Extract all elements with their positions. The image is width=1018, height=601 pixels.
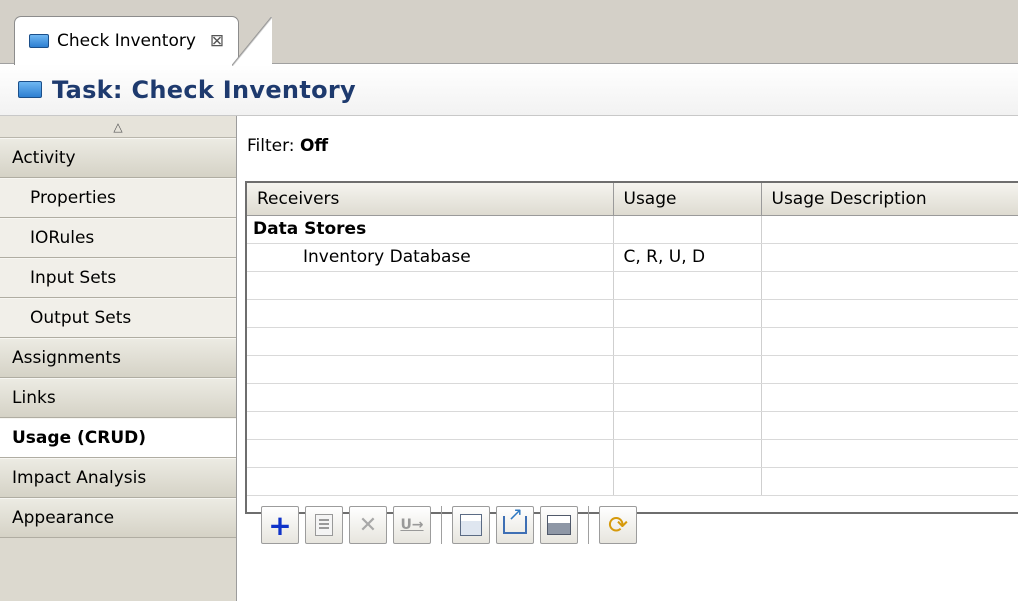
table-row-empty <box>247 383 1018 412</box>
triangle-up-icon: △ <box>113 119 123 134</box>
print-button[interactable] <box>540 506 578 544</box>
sidebar-item-label: Output Sets <box>30 308 132 328</box>
table-row-empty <box>247 271 1018 300</box>
sidebar-item-links[interactable]: Links <box>0 378 236 418</box>
edit-button[interactable] <box>305 506 343 544</box>
table-row-empty <box>247 355 1018 384</box>
usage-table: Receivers Usage Usage Description Data S… <box>245 181 1018 514</box>
sidebar-item-appearance[interactable]: Appearance <box>0 498 236 538</box>
editor-tab-check-inventory[interactable]: Check Inventory ⊠ <box>14 16 273 66</box>
table-cell-description <box>761 215 1018 244</box>
sidebar-item-label: Links <box>12 388 56 408</box>
delete-button[interactable]: ✕ <box>349 506 387 544</box>
table-cell-receivers: Inventory Database <box>247 243 614 272</box>
sidebar-item-label: Appearance <box>12 508 115 528</box>
sidebar-item-iorules[interactable]: IORules <box>0 218 236 258</box>
table-row-empty <box>247 299 1018 328</box>
sidebar-item-output-sets[interactable]: Output Sets <box>0 298 236 338</box>
sidebar-item-label: IORules <box>30 228 95 248</box>
table-button[interactable] <box>452 506 490 544</box>
refresh-button[interactable]: ⟳ <box>599 506 637 544</box>
table-row[interactable]: Inventory Database C, R, U, D <box>247 243 1018 272</box>
sidebar-item-usage-crud[interactable]: Usage (CRUD) <box>0 418 236 458</box>
sidebar-item-label: Properties <box>30 188 116 208</box>
add-button[interactable]: + <box>261 506 299 544</box>
toolbar-separator <box>588 506 589 544</box>
refresh-icon: ⟳ <box>607 511 629 539</box>
column-header-usage-description[interactable]: Usage Description <box>761 183 1018 216</box>
update-button[interactable]: U→ <box>393 506 431 544</box>
close-icon[interactable]: ⊠ <box>210 31 224 51</box>
sidebar-item-assignments[interactable]: Assignments <box>0 338 236 378</box>
sidebar: △ Activity Properties IORules Input Sets… <box>0 116 237 601</box>
table-row[interactable]: Data Stores <box>247 215 1018 244</box>
sidebar-item-label: Impact Analysis <box>12 468 147 488</box>
page-title: Task: Check Inventory <box>52 75 356 104</box>
edit-icon <box>315 514 333 536</box>
table-header-row: Receivers Usage Usage Description <box>247 183 1018 216</box>
table-cell-description <box>761 243 1018 272</box>
table-row-empty <box>247 327 1018 356</box>
export-button[interactable] <box>496 504 534 544</box>
sidebar-scroll-up-button[interactable]: △ <box>0 116 236 138</box>
main-content: Filter: Off Receivers Usage Usage Descri… <box>237 116 1018 601</box>
editor-tab-title: Check Inventory <box>57 31 196 51</box>
task-icon <box>29 34 49 48</box>
filter-label: Filter: <box>247 136 295 156</box>
column-header-usage[interactable]: Usage <box>613 183 762 216</box>
table-row-empty <box>247 411 1018 440</box>
filter-status: Filter: Off <box>247 136 328 156</box>
sidebar-item-label: Activity <box>12 148 76 168</box>
sidebar-item-activity[interactable]: Activity <box>0 138 236 178</box>
table-toolbar: + ✕ U→ ⟳ <box>261 503 637 547</box>
plus-icon: + <box>268 508 292 542</box>
update-icon: U→ <box>400 517 424 533</box>
table-icon <box>460 514 482 536</box>
table-row-empty <box>247 467 1018 496</box>
column-header-receivers[interactable]: Receivers <box>247 183 614 216</box>
page-header: Task: Check Inventory <box>0 64 1018 116</box>
sidebar-item-input-sets[interactable]: Input Sets <box>0 258 236 298</box>
table-cell-usage <box>613 215 762 244</box>
sidebar-item-impact-analysis[interactable]: Impact Analysis <box>0 458 236 498</box>
table-row-empty <box>247 439 1018 468</box>
table-cell-usage: C, R, U, D <box>613 243 762 272</box>
filter-value: Off <box>299 136 329 156</box>
task-icon <box>18 81 42 98</box>
table-cell-receivers: Data Stores <box>247 215 614 244</box>
export-icon <box>503 504 527 534</box>
sidebar-item-properties[interactable]: Properties <box>0 178 236 218</box>
sidebar-item-label: Input Sets <box>30 268 117 288</box>
toolbar-separator <box>441 506 442 544</box>
delete-icon: ✕ <box>358 512 378 538</box>
print-icon <box>547 515 571 535</box>
sidebar-item-label: Assignments <box>12 348 121 368</box>
sidebar-item-label: Usage (CRUD) <box>12 428 147 448</box>
editor-tab-strip: Check Inventory ⊠ <box>0 0 1018 66</box>
